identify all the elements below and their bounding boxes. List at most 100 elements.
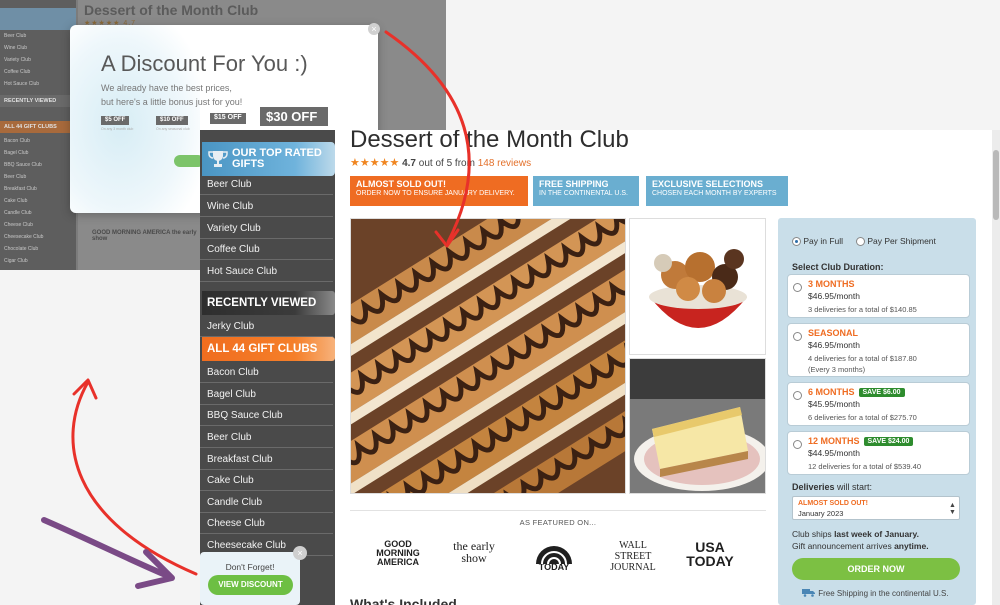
coupon-15-off[interactable]: $15 OFF	[210, 113, 246, 124]
sidebar-item-beer-club[interactable]: Beer Club	[200, 174, 333, 195]
option-name: 6 MONTHS SAVE $6.00	[808, 387, 905, 397]
cookie-bowl-image	[630, 219, 765, 354]
purchase-panel: Pay in Full Pay Per Shipment Select Club…	[778, 218, 976, 605]
select-caret-icon: ▲ ▼	[949, 502, 956, 516]
dont-forget-close-icon[interactable]: ×	[293, 546, 307, 560]
sidebar-item-bagel-club[interactable]: Bagel Club	[200, 384, 333, 405]
duration-option-seasonal[interactable]: SEASONAL $46.95/month 4 deliveries for a…	[787, 323, 970, 377]
early-show-logo: the early show	[453, 539, 495, 565]
option-name: 12 MONTHS SAVE $24.00	[808, 436, 914, 446]
duration-option-12-months[interactable]: 12 MONTHS SAVE $24.00 $44.95/month 12 del…	[787, 431, 970, 475]
free-shipping-note: Free Shipping in the continental U.S.	[802, 588, 949, 598]
pay-per-shipment-option[interactable]: Pay Per Shipment	[856, 236, 936, 247]
view-discount-button[interactable]: VIEW DISCOUNT	[208, 575, 293, 595]
page-title: Dessert of the Month Club	[350, 130, 629, 153]
option-total: 3 deliveries for a total of $140.85	[808, 305, 917, 314]
option-frequency: (Every 3 months)	[808, 365, 866, 374]
sidebar-item-wine-club[interactable]: Wine Club	[200, 196, 333, 217]
cheesecake-image	[630, 359, 765, 493]
sidebar-item-hot-sauce-club[interactable]: Hot Sauce Club	[200, 261, 333, 282]
rating-value: 4.7	[402, 158, 416, 169]
background-all-clubs: ALL 44 GIFT CLUBS	[0, 121, 76, 133]
product-thumbnail-cookies[interactable]	[629, 218, 766, 355]
sidebar-item-bbq-sauce-club[interactable]: BBQ Sauce Club	[200, 405, 333, 426]
pay-in-full-option[interactable]: Pay in Full	[792, 236, 843, 247]
sidebar-item-coffee-club[interactable]: Coffee Club	[200, 239, 333, 260]
option-price: $44.95/month	[808, 448, 860, 458]
sidebar-item-candle-club[interactable]: Candle Club	[200, 492, 333, 513]
trophy-icon	[208, 151, 228, 167]
good-morning-america-logo: GOOD MORNING AMERICA	[376, 539, 420, 567]
radio-icon[interactable]	[793, 391, 802, 400]
dont-forget-widget: Don't Forget! VIEW DISCOUNT	[200, 552, 300, 605]
select-sold-out-badge: ALMOST SOLD OUT!	[798, 500, 868, 507]
sidebar-item-breakfast-club[interactable]: Breakfast Club	[200, 449, 333, 470]
truck-icon	[802, 589, 815, 597]
option-total: 12 deliveries for a total of $539.40	[808, 462, 921, 471]
duration-option-6-months[interactable]: 6 MONTHS SAVE $6.00 $45.95/month 6 delive…	[787, 382, 970, 426]
rating-text: out of 5 from	[418, 158, 475, 169]
popup-title: A Discount For You :)	[101, 51, 308, 76]
background-sidebar-item: Beer Club	[4, 33, 27, 39]
background-sidebar-item: Wine Club	[4, 45, 28, 51]
background-sidebar-item: Chocolate Club	[4, 246, 39, 252]
option-price: $46.95/month	[808, 291, 860, 301]
wall-street-journal-logo: WALL STREET JOURNAL	[610, 540, 656, 573]
radio-icon[interactable]	[793, 332, 802, 341]
product-thumbnail-cheesecake[interactable]	[629, 358, 766, 494]
sidebar-top-rated-label: OUR TOP RATED GIFTS	[232, 147, 322, 170]
option-total: 6 deliveries for a total of $275.70	[808, 413, 917, 422]
product-main: Dessert of the Month Club ★★★★★ 4.7 out …	[350, 130, 990, 605]
coupon-30-off[interactable]: $30 OFF	[260, 107, 328, 126]
ship-text: Club ships	[792, 529, 832, 539]
sidebar-item-cheese-club[interactable]: Cheese Club	[200, 513, 333, 534]
ship-info-line: Gift announcement arrives anytime.	[792, 540, 929, 552]
background-sidebar-item: Coffee Club	[4, 69, 31, 75]
badge-title: EXCLUSIVE SELECTIONS	[652, 179, 764, 189]
background-sidebar: Beer Club Wine Club Variety Club Coffee …	[0, 0, 76, 270]
product-page: OUR TOP RATED GIFTS Beer Club Wine Club …	[200, 130, 992, 605]
popup-subtitle: We already have the best prices, but her…	[101, 81, 331, 109]
sidebar-item-jerky-club[interactable]: Jerky Club	[200, 316, 333, 337]
option-total: 4 deliveries for a total of $187.80	[808, 354, 917, 363]
duration-option-3-months[interactable]: 3 MONTHS $46.95/month 3 deliveries for a…	[787, 274, 970, 318]
sidebar-item-variety-club[interactable]: Variety Club	[200, 218, 333, 239]
whats-included-heading: What's Included	[350, 596, 457, 605]
sidebar-recently-viewed-header: RECENTLY VIEWED	[202, 291, 335, 315]
popup-close-icon[interactable]: ×	[368, 23, 380, 35]
radio-icon[interactable]	[793, 440, 802, 449]
background-title: Dessert of the Month Club	[84, 2, 259, 18]
badge-subtitle: CHOSEN EACH MONTH BY EXPERTS	[652, 190, 777, 197]
product-rating: ★★★★★ 4.7 out of 5 from 148 reviews	[350, 156, 531, 169]
reviews-link[interactable]: 148 reviews	[478, 158, 531, 169]
sidebar-item-beer-club-2[interactable]: Beer Club	[200, 427, 333, 448]
sidebar-item-cake-club[interactable]: Cake Club	[200, 470, 333, 491]
delivery-start-select[interactable]: ALMOST SOLD OUT! January 2023 ▲ ▼	[792, 496, 960, 520]
coupon-10-off[interactable]: $10 OFF	[156, 116, 188, 125]
sidebar-item-bacon-club[interactable]: Bacon Club	[200, 362, 333, 383]
free-shipping-text: Free Shipping in the continental U.S.	[818, 589, 949, 598]
order-now-button[interactable]: ORDER NOW	[792, 558, 960, 580]
background-sidebar-item: Cigar Club	[4, 258, 28, 264]
ship-text: Gift announcement arrives	[792, 541, 892, 551]
badge-subtitle: IN THE CONTINENTAL U.S.	[539, 190, 628, 197]
select-value: January 2023	[798, 509, 844, 518]
coupon-5-off[interactable]: $5 OFF	[101, 116, 130, 125]
radio-selected-icon[interactable]	[792, 237, 801, 247]
ship-info-line: Club ships last week of January.	[792, 528, 929, 540]
today-logo: TODAY	[533, 546, 575, 572]
badge-exclusive-selections: EXCLUSIVE SELECTIONS CHOSEN EACH MONTH B…	[646, 176, 788, 206]
badge-title: FREE SHIPPING	[539, 179, 609, 189]
pay-per-shipment-label: Pay Per Shipment	[867, 236, 936, 246]
scrollbar-thumb[interactable]	[993, 150, 999, 220]
background-sidebar-item: Variety Club	[4, 57, 31, 63]
radio-icon[interactable]	[856, 237, 865, 247]
option-price: $46.95/month	[808, 340, 860, 350]
radio-icon[interactable]	[793, 283, 802, 292]
purple-arrowhead	[135, 549, 175, 589]
sidebar-all-clubs-header[interactable]: ALL 44 GIFT CLUBS	[202, 337, 335, 361]
sidebar-top-rated[interactable]: OUR TOP RATED GIFTS	[202, 142, 335, 176]
product-main-image[interactable]	[350, 218, 626, 494]
background-sidebar-item: Cheese Club	[4, 222, 33, 228]
deliveries-start-label: Deliveries will start:	[792, 482, 872, 492]
